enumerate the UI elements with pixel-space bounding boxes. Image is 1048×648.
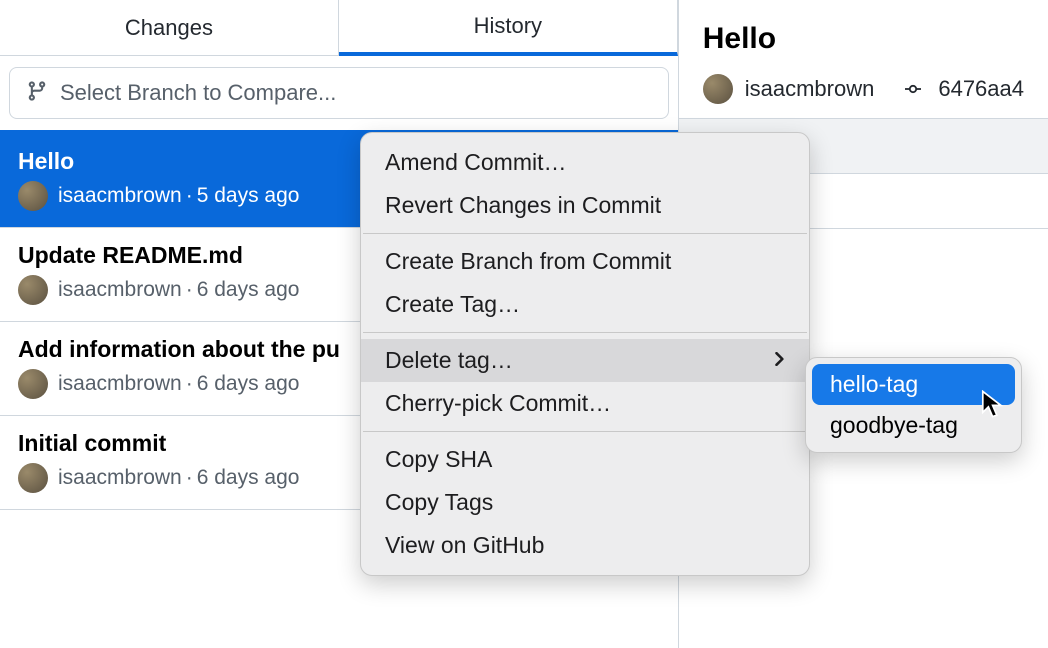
commit-time: 6 days ago xyxy=(197,372,300,396)
chevron-right-icon xyxy=(775,349,785,372)
tab-history[interactable]: History xyxy=(339,0,678,56)
delete-tag-submenu: hello-tag goodbye-tag xyxy=(805,357,1022,453)
branch-compare-placeholder: Select Branch to Compare... xyxy=(60,80,336,106)
commit-sha: 6476aa4 xyxy=(938,76,1024,102)
menu-view-github[interactable]: View on GitHub xyxy=(361,524,809,567)
avatar xyxy=(703,74,733,104)
menu-label: Create Tag… xyxy=(385,291,520,318)
commit-detail-header: Hello isaacmbrown 6476aa4 xyxy=(679,0,1048,118)
commit-time: 6 days ago xyxy=(197,466,300,490)
menu-copy-sha[interactable]: Copy SHA xyxy=(361,438,809,481)
commit-author: isaacmbrown xyxy=(58,466,182,490)
branch-compare-selector[interactable]: Select Branch to Compare... xyxy=(9,67,669,119)
menu-label: Copy Tags xyxy=(385,489,493,516)
avatar xyxy=(18,275,48,305)
separator: · xyxy=(186,372,193,396)
menu-create-tag[interactable]: Create Tag… xyxy=(361,283,809,326)
menu-amend-commit[interactable]: Amend Commit… xyxy=(361,141,809,184)
menu-cherry-pick[interactable]: Cherry-pick Commit… xyxy=(361,382,809,425)
context-menu: Amend Commit… Revert Changes in Commit C… xyxy=(360,132,810,576)
tab-changes[interactable]: Changes xyxy=(0,0,339,56)
commit-time: 6 days ago xyxy=(197,278,300,302)
menu-revert-commit[interactable]: Revert Changes in Commit xyxy=(361,184,809,227)
commit-detail-meta: isaacmbrown 6476aa4 xyxy=(703,74,1024,104)
commit-author: isaacmbrown xyxy=(58,184,182,208)
menu-delete-tag[interactable]: Delete tag… xyxy=(361,339,809,382)
menu-copy-tags[interactable]: Copy Tags xyxy=(361,481,809,524)
separator: · xyxy=(186,184,193,208)
menu-label: Copy SHA xyxy=(385,446,492,473)
commit-author: isaacmbrown xyxy=(58,278,182,302)
commit-author: isaacmbrown xyxy=(58,372,182,396)
menu-label: Delete tag… xyxy=(385,347,513,374)
avatar xyxy=(18,181,48,211)
commit-detail-title: Hello xyxy=(703,22,1024,56)
submenu-item[interactable]: goodbye-tag xyxy=(812,405,1015,446)
git-branch-icon xyxy=(26,80,48,106)
commit-detail-author: isaacmbrown xyxy=(745,76,875,102)
menu-label: Cherry-pick Commit… xyxy=(385,390,611,417)
separator: · xyxy=(186,278,193,302)
menu-divider xyxy=(363,431,807,432)
tabs: Changes History xyxy=(0,0,678,56)
menu-label: View on GitHub xyxy=(385,532,544,559)
menu-create-branch[interactable]: Create Branch from Commit xyxy=(361,240,809,283)
avatar xyxy=(18,369,48,399)
separator: · xyxy=(186,466,193,490)
submenu-item[interactable]: hello-tag xyxy=(812,364,1015,405)
commit-sha-icon xyxy=(900,81,926,97)
commit-time: 5 days ago xyxy=(197,184,300,208)
menu-divider xyxy=(363,233,807,234)
avatar xyxy=(18,463,48,493)
menu-label: Revert Changes in Commit xyxy=(385,192,661,219)
menu-label: Amend Commit… xyxy=(385,149,566,176)
menu-divider xyxy=(363,332,807,333)
menu-label: Create Branch from Commit xyxy=(385,248,671,275)
